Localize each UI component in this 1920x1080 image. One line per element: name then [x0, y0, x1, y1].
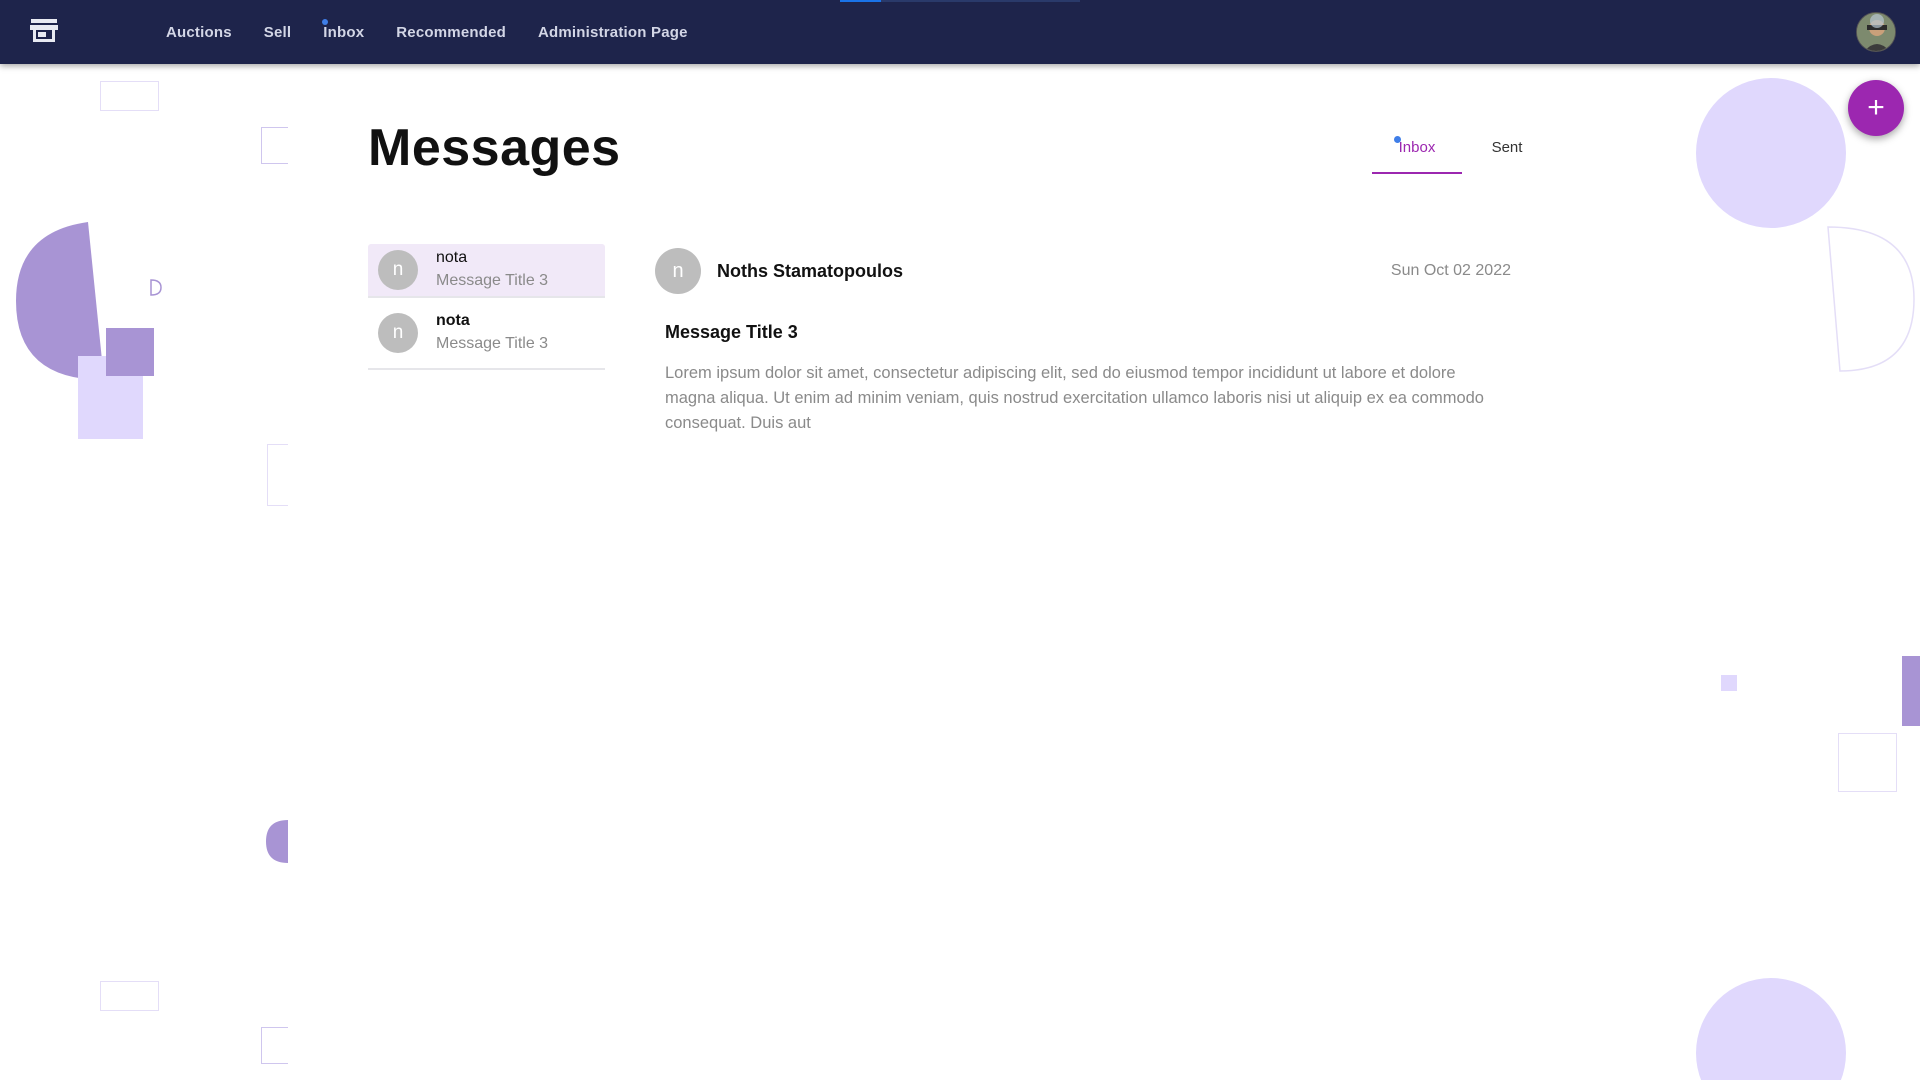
storefront-icon[interactable] — [30, 18, 58, 44]
message-sender: nota — [436, 312, 470, 329]
sender-avatar: n — [655, 248, 701, 294]
deco-square-purple — [106, 328, 154, 376]
message-detail-header: n Noths Stamatopoulos Sun Oct 02 2022 — [655, 248, 1511, 294]
deco-square-outline-right — [1838, 733, 1897, 792]
page-title: Messages — [368, 119, 621, 177]
tab-inbox-label: Inbox — [1398, 139, 1436, 156]
deco-bracket-outline-2 — [267, 444, 288, 506]
deco-bar-purple — [1902, 656, 1920, 726]
compose-button[interactable]: + — [1848, 80, 1904, 136]
deco-circle-lilac-top — [1696, 78, 1846, 228]
loading-progress-fill — [840, 0, 881, 2]
deco-rect-outline-bottom — [100, 981, 159, 1011]
unread-dot — [322, 18, 329, 25]
deco-circle-lilac-bottom — [1696, 978, 1846, 1080]
main-nav: Auctions Sell Inbox Recommended Administ… — [150, 0, 704, 64]
message-list-item[interactable]: n nota Message Title 3 — [368, 244, 605, 298]
nav-inbox[interactable]: Inbox — [307, 18, 380, 41]
nav-auctions[interactable]: Auctions — [150, 24, 248, 41]
tab-sent[interactable]: Sent — [1462, 130, 1552, 174]
sender-avatar: n — [378, 313, 418, 353]
message-detail: n Noths Stamatopoulos Sun Oct 02 2022 Me… — [655, 248, 1511, 436]
tab-inbox[interactable]: Inbox — [1372, 130, 1462, 174]
loading-progress-track — [840, 0, 1080, 2]
deco-halfcircle-outline-right — [1826, 226, 1916, 372]
deco-rect-outline — [100, 81, 159, 111]
message-subject: Message Title 3 — [436, 272, 549, 289]
detail-date: Sun Oct 02 2022 — [1390, 262, 1511, 279]
user-avatar[interactable] — [1856, 12, 1896, 52]
deco-bracket-outline — [261, 127, 288, 164]
detail-sender-name: Noths Stamatopoulos — [717, 260, 904, 281]
message-sender: nota — [436, 249, 468, 266]
detail-title: Message Title 3 — [665, 322, 798, 342]
detail-body: Lorem ipsum dolor sit amet, consectetur … — [665, 364, 1484, 432]
mailbox-tabs: Inbox Sent — [1372, 130, 1552, 174]
deco-small-halfcircle — [150, 279, 162, 296]
nav-sell[interactable]: Sell — [248, 24, 307, 41]
nav-administration-page[interactable]: Administration Page — [522, 24, 704, 41]
message-list: n nota Message Title 3 n nota Message Ti… — [368, 244, 605, 370]
deco-bracket-outline-bottom — [261, 1027, 288, 1064]
nav-recommended[interactable]: Recommended — [380, 24, 522, 41]
deco-halfcircle-purple — [266, 820, 288, 863]
message-subject: Message Title 3 — [436, 335, 549, 352]
sender-avatar: n — [378, 250, 418, 290]
nav-inbox-label: Inbox — [323, 23, 365, 41]
message-list-item[interactable]: n nota Message Title 3 — [368, 298, 605, 370]
plus-icon: + — [1867, 91, 1885, 124]
unread-dot — [1394, 136, 1401, 143]
deco-small-square-lilac — [1721, 675, 1737, 691]
top-app-bar: Auctions Sell Inbox Recommended Administ… — [0, 0, 1920, 64]
